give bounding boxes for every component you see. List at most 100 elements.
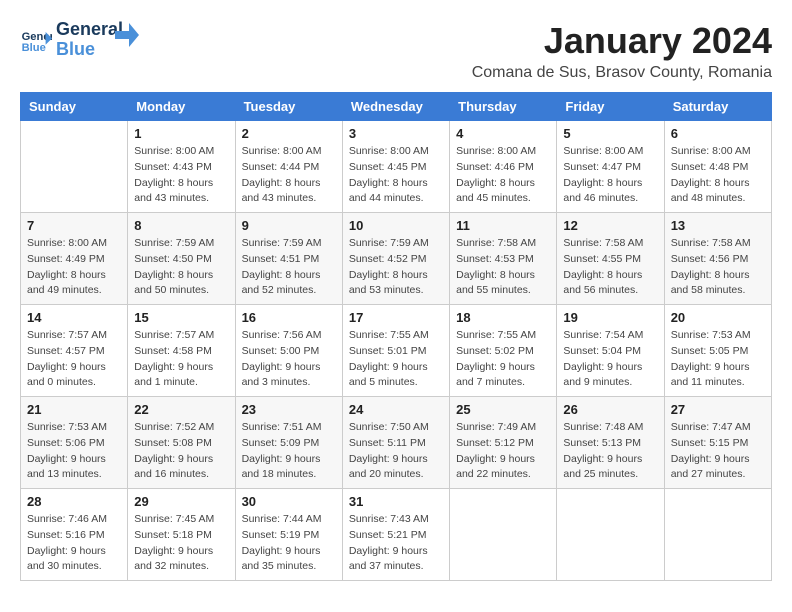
calendar-cell: 19 Sunrise: 7:54 AMSunset: 5:04 PMDayligh…	[557, 305, 664, 397]
day-number: 1	[134, 126, 228, 141]
calendar-cell: 15Sunrise: 7:57 AMSunset: 4:58 PMDayligh…	[128, 305, 235, 397]
calendar-cell: 14Sunrise: 7:57 AMSunset: 4:57 PMDayligh…	[21, 305, 128, 397]
logo: General Blue General Blue	[20, 20, 139, 60]
day-number: 6	[671, 126, 765, 141]
title-section: January 2024 Comana de Sus, Brasov Count…	[472, 20, 772, 82]
calendar-cell: 11 Sunrise: 7:58 AMSunset: 4:53 PMDayligh…	[450, 213, 557, 305]
day-info: Sunrise: 7:48 AMSunset: 5:13 PMDaylight:…	[563, 420, 657, 483]
day-info: Sunrise: 7:58 AMSunset: 4:55 PMDaylight:…	[563, 236, 657, 299]
day-info: Sunrise: 8:00 AMSunset: 4:48 PMDaylight:…	[671, 144, 765, 207]
svg-text:Blue: Blue	[22, 42, 46, 54]
day-number: 23	[242, 402, 336, 417]
day-info: Sunrise: 8:00 AMSunset: 4:49 PMDaylight:…	[27, 236, 121, 299]
day-number: 17	[349, 310, 443, 325]
day-number: 4	[456, 126, 550, 141]
day-number: 15	[134, 310, 228, 325]
calendar-cell: 24 Sunrise: 7:50 AMSunset: 5:11 PMDayligh…	[342, 397, 449, 489]
calendar-cell	[450, 489, 557, 581]
day-info: Sunrise: 8:00 AMSunset: 4:46 PMDaylight:…	[456, 144, 550, 207]
day-number: 5	[563, 126, 657, 141]
day-number: 8	[134, 218, 228, 233]
weekday-header-wednesday: Wednesday	[342, 93, 449, 121]
calendar-cell: 25 Sunrise: 7:49 AMSunset: 5:12 PMDayligh…	[450, 397, 557, 489]
calendar-cell: 8 Sunrise: 7:59 AMSunset: 4:50 PMDaylight…	[128, 213, 235, 305]
day-number: 22	[134, 402, 228, 417]
calendar-cell: 21 Sunrise: 7:53 AMSunset: 5:06 PMDayligh…	[21, 397, 128, 489]
day-info: Sunrise: 7:47 AMSunset: 5:15 PMDaylight:…	[671, 420, 765, 483]
day-number: 16	[242, 310, 336, 325]
day-info: Sunrise: 7:45 AMSunset: 5:18 PMDaylight:…	[134, 512, 228, 575]
day-info: Sunrise: 8:00 AMSunset: 4:47 PMDaylight:…	[563, 144, 657, 207]
weekday-header-monday: Monday	[128, 93, 235, 121]
day-number: 31	[349, 494, 443, 509]
day-info: Sunrise: 7:52 AMSunset: 5:08 PMDaylight:…	[134, 420, 228, 483]
day-number: 10	[349, 218, 443, 233]
logo-text-blue: Blue	[56, 40, 123, 60]
calendar-week-row: 28 Sunrise: 7:46 AMSunset: 5:16 PMDayligh…	[21, 489, 772, 581]
day-number: 11	[456, 218, 550, 233]
day-number: 30	[242, 494, 336, 509]
day-number: 3	[349, 126, 443, 141]
day-info: Sunrise: 7:59 AMSunset: 4:52 PMDaylight:…	[349, 236, 443, 299]
day-number: 29	[134, 494, 228, 509]
day-info: Sunrise: 7:55 AMSunset: 5:01 PMDaylight:…	[349, 328, 443, 391]
day-info: Sunrise: 7:59 AMSunset: 4:50 PMDaylight:…	[134, 236, 228, 299]
day-number: 19	[563, 310, 657, 325]
day-info: Sunrise: 7:46 AMSunset: 5:16 PMDaylight:…	[27, 512, 121, 575]
calendar-cell: 1 Sunrise: 8:00 AMSunset: 4:43 PMDaylight…	[128, 121, 235, 213]
calendar-cell: 12Sunrise: 7:58 AMSunset: 4:55 PMDayligh…	[557, 213, 664, 305]
calendar-cell: 5 Sunrise: 8:00 AMSunset: 4:47 PMDaylight…	[557, 121, 664, 213]
day-number: 14	[27, 310, 121, 325]
location-title: Comana de Sus, Brasov County, Romania	[472, 64, 772, 82]
calendar-cell: 6 Sunrise: 8:00 AMSunset: 4:48 PMDaylight…	[664, 121, 771, 213]
calendar-cell: 2 Sunrise: 8:00 AMSunset: 4:44 PMDaylight…	[235, 121, 342, 213]
weekday-header-tuesday: Tuesday	[235, 93, 342, 121]
weekday-header-sunday: Sunday	[21, 93, 128, 121]
page-header: General Blue General Blue January 2024 C…	[20, 20, 772, 82]
day-info: Sunrise: 8:00 AMSunset: 4:43 PMDaylight:…	[134, 144, 228, 207]
day-info: Sunrise: 7:55 AMSunset: 5:02 PMDaylight:…	[456, 328, 550, 391]
calendar-cell: 10 Sunrise: 7:59 AMSunset: 4:52 PMDayligh…	[342, 213, 449, 305]
day-number: 21	[27, 402, 121, 417]
day-number: 28	[27, 494, 121, 509]
calendar-cell: 26Sunrise: 7:48 AMSunset: 5:13 PMDayligh…	[557, 397, 664, 489]
calendar-week-row: 21 Sunrise: 7:53 AMSunset: 5:06 PMDayligh…	[21, 397, 772, 489]
calendar-cell: 18 Sunrise: 7:55 AMSunset: 5:02 PMDayligh…	[450, 305, 557, 397]
calendar-cell: 16 Sunrise: 7:56 AMSunset: 5:00 PMDayligh…	[235, 305, 342, 397]
day-info: Sunrise: 7:59 AMSunset: 4:51 PMDaylight:…	[242, 236, 336, 299]
day-info: Sunrise: 7:50 AMSunset: 5:11 PMDaylight:…	[349, 420, 443, 483]
calendar-cell: 17 Sunrise: 7:55 AMSunset: 5:01 PMDayligh…	[342, 305, 449, 397]
logo-arrow-icon	[115, 23, 139, 47]
calendar-cell	[557, 489, 664, 581]
day-info: Sunrise: 7:49 AMSunset: 5:12 PMDaylight:…	[456, 420, 550, 483]
day-number: 9	[242, 218, 336, 233]
day-number: 27	[671, 402, 765, 417]
day-info: Sunrise: 8:00 AMSunset: 4:44 PMDaylight:…	[242, 144, 336, 207]
calendar-cell: 30Sunrise: 7:44 AMSunset: 5:19 PMDayligh…	[235, 489, 342, 581]
day-number: 13	[671, 218, 765, 233]
day-number: 24	[349, 402, 443, 417]
day-number: 20	[671, 310, 765, 325]
day-info: Sunrise: 7:51 AMSunset: 5:09 PMDaylight:…	[242, 420, 336, 483]
calendar-cell: 20Sunrise: 7:53 AMSunset: 5:05 PMDayligh…	[664, 305, 771, 397]
weekday-header-thursday: Thursday	[450, 93, 557, 121]
day-info: Sunrise: 7:58 AMSunset: 4:53 PMDaylight:…	[456, 236, 550, 299]
day-number: 7	[27, 218, 121, 233]
day-number: 2	[242, 126, 336, 141]
calendar-cell: 7 Sunrise: 8:00 AMSunset: 4:49 PMDaylight…	[21, 213, 128, 305]
day-info: Sunrise: 7:43 AMSunset: 5:21 PMDaylight:…	[349, 512, 443, 575]
calendar-cell: 9 Sunrise: 7:59 AMSunset: 4:51 PMDaylight…	[235, 213, 342, 305]
calendar-week-row: 7 Sunrise: 8:00 AMSunset: 4:49 PMDaylight…	[21, 213, 772, 305]
day-number: 25	[456, 402, 550, 417]
calendar-week-row: 1 Sunrise: 8:00 AMSunset: 4:43 PMDaylight…	[21, 121, 772, 213]
calendar-cell: 23 Sunrise: 7:51 AMSunset: 5:09 PMDayligh…	[235, 397, 342, 489]
day-info: Sunrise: 7:56 AMSunset: 5:00 PMDaylight:…	[242, 328, 336, 391]
day-info: Sunrise: 7:53 AMSunset: 5:06 PMDaylight:…	[27, 420, 121, 483]
calendar-cell: 31 Sunrise: 7:43 AMSunset: 5:21 PMDayligh…	[342, 489, 449, 581]
day-number: 18	[456, 310, 550, 325]
logo-text-general: General	[56, 20, 123, 40]
month-title: January 2024	[472, 20, 772, 62]
calendar-table: SundayMondayTuesdayWednesdayThursdayFrid…	[20, 92, 772, 581]
day-info: Sunrise: 7:54 AMSunset: 5:04 PMDaylight:…	[563, 328, 657, 391]
calendar-cell: 28 Sunrise: 7:46 AMSunset: 5:16 PMDayligh…	[21, 489, 128, 581]
